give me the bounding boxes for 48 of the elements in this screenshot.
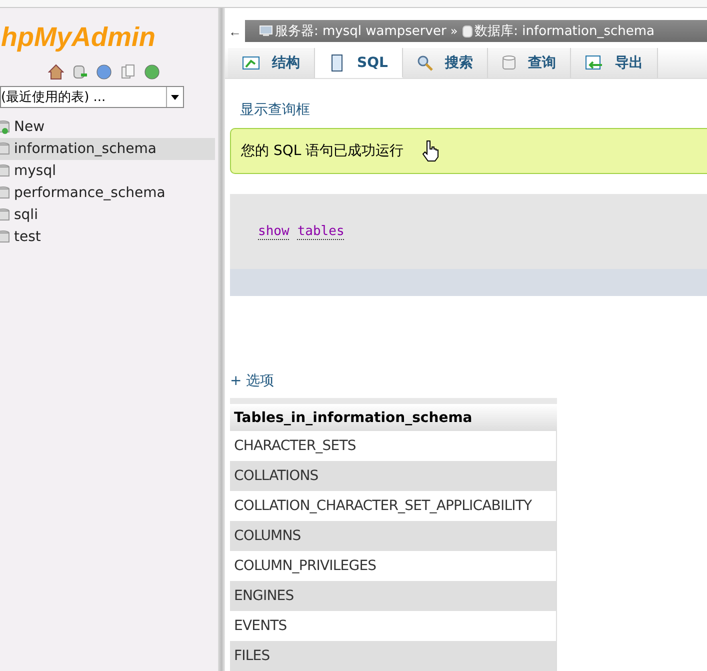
search-icon	[416, 55, 433, 71]
table-cell: COLLATIONS	[230, 461, 556, 491]
table-icon	[242, 55, 260, 71]
table-cell: COLUMNS	[230, 521, 556, 551]
database-icon	[0, 164, 10, 178]
database-item[interactable]: test	[0, 226, 215, 248]
table-cell: EVENTS	[230, 611, 556, 641]
export-icon	[584, 55, 603, 71]
database-item[interactable]: mysql	[0, 160, 215, 182]
tab[interactable]: 导出	[570, 48, 658, 78]
database-item[interactable]: information_schema	[0, 138, 215, 160]
database-item[interactable]: sqli	[0, 204, 215, 226]
table-cell: FILES	[230, 641, 556, 671]
database-icon	[0, 230, 10, 244]
server-icon	[259, 25, 273, 37]
show-query-link[interactable]: 显示查询框	[240, 101, 707, 119]
database-icon	[462, 24, 473, 38]
database-arrow-icon[interactable]	[72, 64, 88, 80]
database-item[interactable]: performance_schema	[0, 182, 215, 204]
table-cell: CHARACTER_SETS	[230, 431, 556, 461]
documents-icon[interactable]	[120, 64, 136, 80]
database-icon	[0, 208, 10, 222]
tab[interactable]: SQL	[315, 48, 403, 78]
table-cell: ENGINES	[230, 581, 556, 611]
hand-cursor-icon	[422, 140, 440, 162]
options-link[interactable]: + 选项	[230, 372, 707, 390]
table-cell: COLUMN_PRIVILEGES	[230, 551, 556, 581]
table-cell: COLLATION_CHARACTER_SET_APPLICABILITY	[230, 491, 556, 521]
home-icon[interactable]	[48, 64, 64, 80]
tab[interactable]: 结构	[228, 48, 315, 78]
database-icon	[0, 186, 10, 200]
database-icon	[502, 55, 516, 71]
database-icon	[0, 142, 10, 156]
server-link[interactable]: 服务器: mysql wampserver	[275, 22, 446, 40]
separator: »	[450, 24, 458, 38]
success-text: 您的 SQL 语句已成功运行	[241, 142, 404, 160]
sql-keyword[interactable]: tables	[297, 224, 344, 240]
back-button[interactable]: ←	[225, 20, 245, 42]
column-header[interactable]: Tables_in_information_schema	[230, 401, 556, 431]
document-icon	[329, 54, 345, 72]
database-link[interactable]: 数据库: information_schema	[474, 22, 654, 40]
caret-icon	[171, 94, 179, 100]
database-plus-icon	[0, 120, 10, 134]
sql-keyword[interactable]: show	[258, 224, 290, 240]
tab[interactable]: 搜索	[402, 48, 488, 78]
tab[interactable]: 查询	[488, 48, 571, 78]
database-item[interactable]: New	[0, 116, 215, 138]
recent-tables-select[interactable]: (最近使用的表) ...	[0, 86, 184, 108]
